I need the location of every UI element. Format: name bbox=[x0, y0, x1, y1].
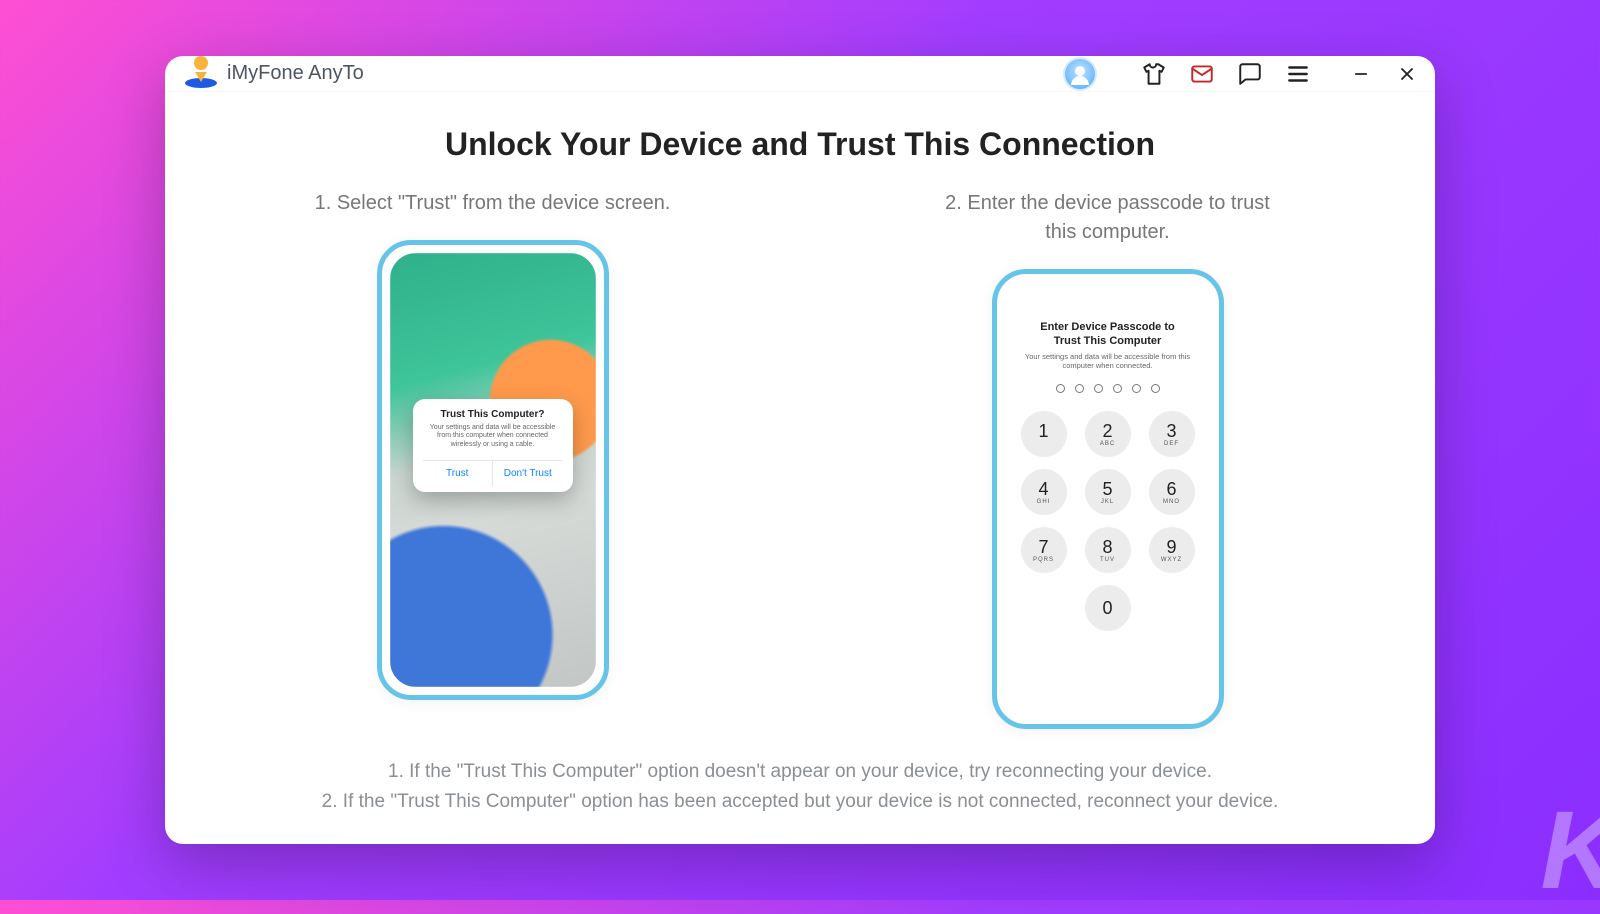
phone-passcode-screen: Enter Device Passcode to Trust This Comp… bbox=[1005, 282, 1211, 716]
dont-trust-button[interactable]: Don't Trust bbox=[492, 461, 563, 486]
account-avatar-icon[interactable] bbox=[1063, 57, 1097, 91]
close-button[interactable] bbox=[1393, 60, 1421, 88]
step-one: 1. Select "Trust" from the device screen… bbox=[253, 189, 733, 729]
trust-alert-title: Trust This Computer? bbox=[423, 409, 563, 420]
phone-trust: Trust This Computer? Your settings and d… bbox=[377, 240, 609, 700]
app-window: iMyFone AnyTo bbox=[165, 56, 1435, 844]
page-title: Unlock Your Device and Trust This Connec… bbox=[205, 126, 1395, 163]
mail-icon[interactable] bbox=[1189, 61, 1215, 87]
shirt-icon[interactable] bbox=[1141, 61, 1167, 87]
trust-alert: Trust This Computer? Your settings and d… bbox=[413, 399, 573, 492]
trust-button[interactable]: Trust bbox=[423, 461, 493, 486]
watermark: K bbox=[1541, 787, 1600, 914]
key-5[interactable]: 5JKL bbox=[1085, 469, 1131, 515]
passcode-title: Enter Device Passcode to Trust This Comp… bbox=[1028, 320, 1188, 349]
minimize-button[interactable] bbox=[1347, 60, 1375, 88]
passcode-dots bbox=[1056, 384, 1160, 393]
footnote-1: 1. If the "Trust This Computer" option d… bbox=[205, 757, 1395, 786]
titlebar-icons bbox=[1063, 57, 1421, 91]
app-title: iMyFone AnyTo bbox=[227, 62, 364, 85]
key-1[interactable]: 1 bbox=[1021, 411, 1067, 457]
key-3[interactable]: 3DEF bbox=[1149, 411, 1195, 457]
titlebar: iMyFone AnyTo bbox=[165, 56, 1435, 92]
key-6[interactable]: 6MNO bbox=[1149, 469, 1195, 515]
key-7[interactable]: 7PQRS bbox=[1021, 527, 1067, 573]
window-controls bbox=[1347, 60, 1421, 88]
app-logo bbox=[185, 58, 217, 90]
steps-row: 1. Select "Trust" from the device screen… bbox=[205, 189, 1395, 729]
step-one-caption: 1. Select "Trust" from the device screen… bbox=[315, 189, 671, 218]
footnote-2: 2. If the "Trust This Computer" option h… bbox=[205, 787, 1395, 816]
step-two: 2. Enter the device passcode to trust th… bbox=[868, 189, 1348, 729]
keypad: 1 2ABC 3DEF 4GHI 5JKL 6MNO 7PQRS 8TUV 9W… bbox=[1021, 411, 1195, 631]
key-9[interactable]: 9WXYZ bbox=[1149, 527, 1195, 573]
key-4[interactable]: 4GHI bbox=[1021, 469, 1067, 515]
phone-trust-screen: Trust This Computer? Your settings and d… bbox=[390, 253, 596, 687]
passcode-subtitle: Your settings and data will be accessibl… bbox=[1023, 352, 1193, 371]
key-8[interactable]: 8TUV bbox=[1085, 527, 1131, 573]
key-2[interactable]: 2ABC bbox=[1085, 411, 1131, 457]
feedback-icon[interactable] bbox=[1237, 61, 1263, 87]
menu-icon[interactable] bbox=[1285, 61, 1311, 87]
phone-passcode: Enter Device Passcode to Trust This Comp… bbox=[992, 269, 1224, 729]
footnotes: 1. If the "Trust This Computer" option d… bbox=[205, 757, 1395, 816]
step-two-caption: 2. Enter the device passcode to trust th… bbox=[928, 189, 1288, 247]
trust-alert-body: Your settings and data will be accessibl… bbox=[423, 424, 563, 450]
content: Unlock Your Device and Trust This Connec… bbox=[165, 92, 1435, 844]
key-0[interactable]: 0 bbox=[1085, 585, 1131, 631]
